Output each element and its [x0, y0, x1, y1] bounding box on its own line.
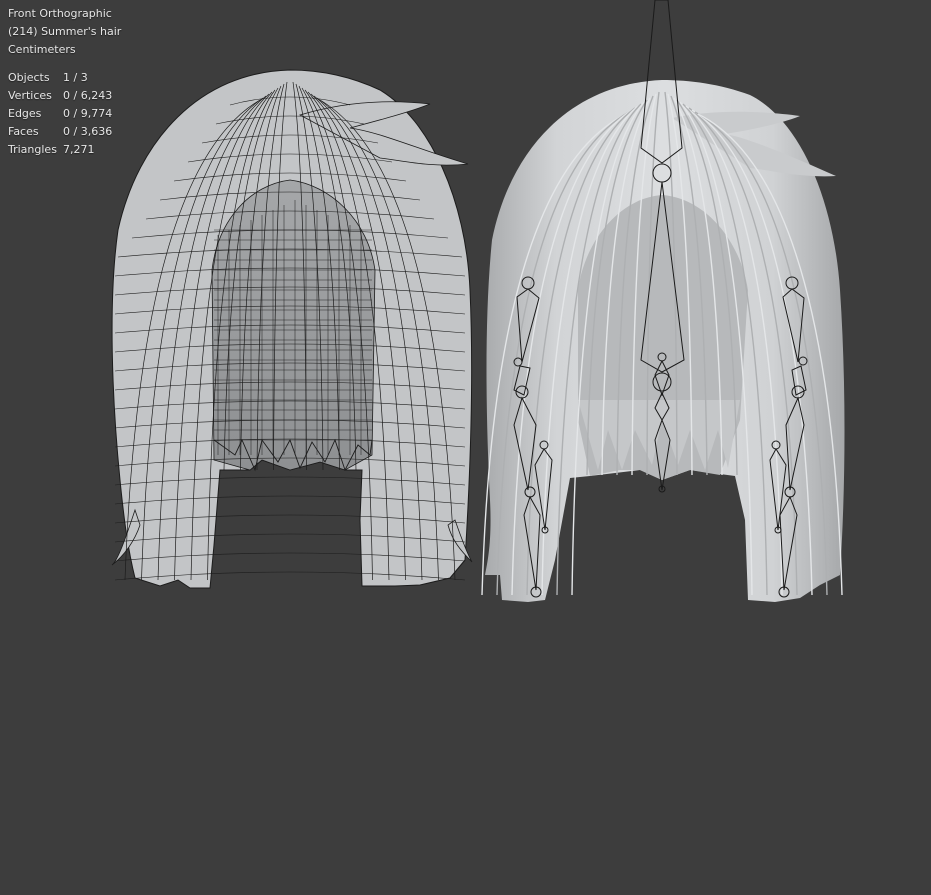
stat-edges: Edges 0 / 9,774	[8, 105, 121, 123]
stat-value: 0 / 6,243	[63, 89, 113, 102]
stat-vertices: Vertices 0 / 6,243	[8, 87, 121, 105]
3d-viewport[interactable]: Front Orthographic (214) Summer's hair C…	[0, 0, 931, 895]
units-label: Centimeters	[8, 43, 76, 56]
stat-value: 1 / 3	[63, 71, 88, 84]
stat-label: Triangles	[8, 143, 57, 156]
stat-label: Faces	[8, 125, 39, 138]
view-name: Front Orthographic	[8, 7, 112, 20]
statistics-panel: Objects 1 / 3 Vertices 0 / 6,243 Edges 0…	[8, 69, 121, 159]
active-object-info: (214) Summer's hair	[8, 25, 122, 38]
stat-value: 0 / 9,774	[63, 107, 113, 120]
scene-canvas[interactable]	[0, 0, 931, 895]
stat-label: Vertices	[8, 89, 52, 102]
stat-value: 7,271	[63, 143, 95, 156]
stat-value: 0 / 3,636	[63, 125, 113, 138]
wireframe-hair-mesh[interactable]	[111, 69, 473, 589]
stat-label: Objects	[8, 71, 50, 84]
stat-triangles: Triangles 7,271	[8, 141, 121, 159]
viewport-text-overlay: Front Orthographic (214) Summer's hair C…	[8, 5, 121, 159]
stat-label: Edges	[8, 107, 42, 120]
stat-faces: Faces 0 / 3,636	[8, 123, 121, 141]
stat-objects: Objects 1 / 3	[8, 69, 121, 87]
shaded-hair-mesh[interactable]	[481, 80, 845, 602]
